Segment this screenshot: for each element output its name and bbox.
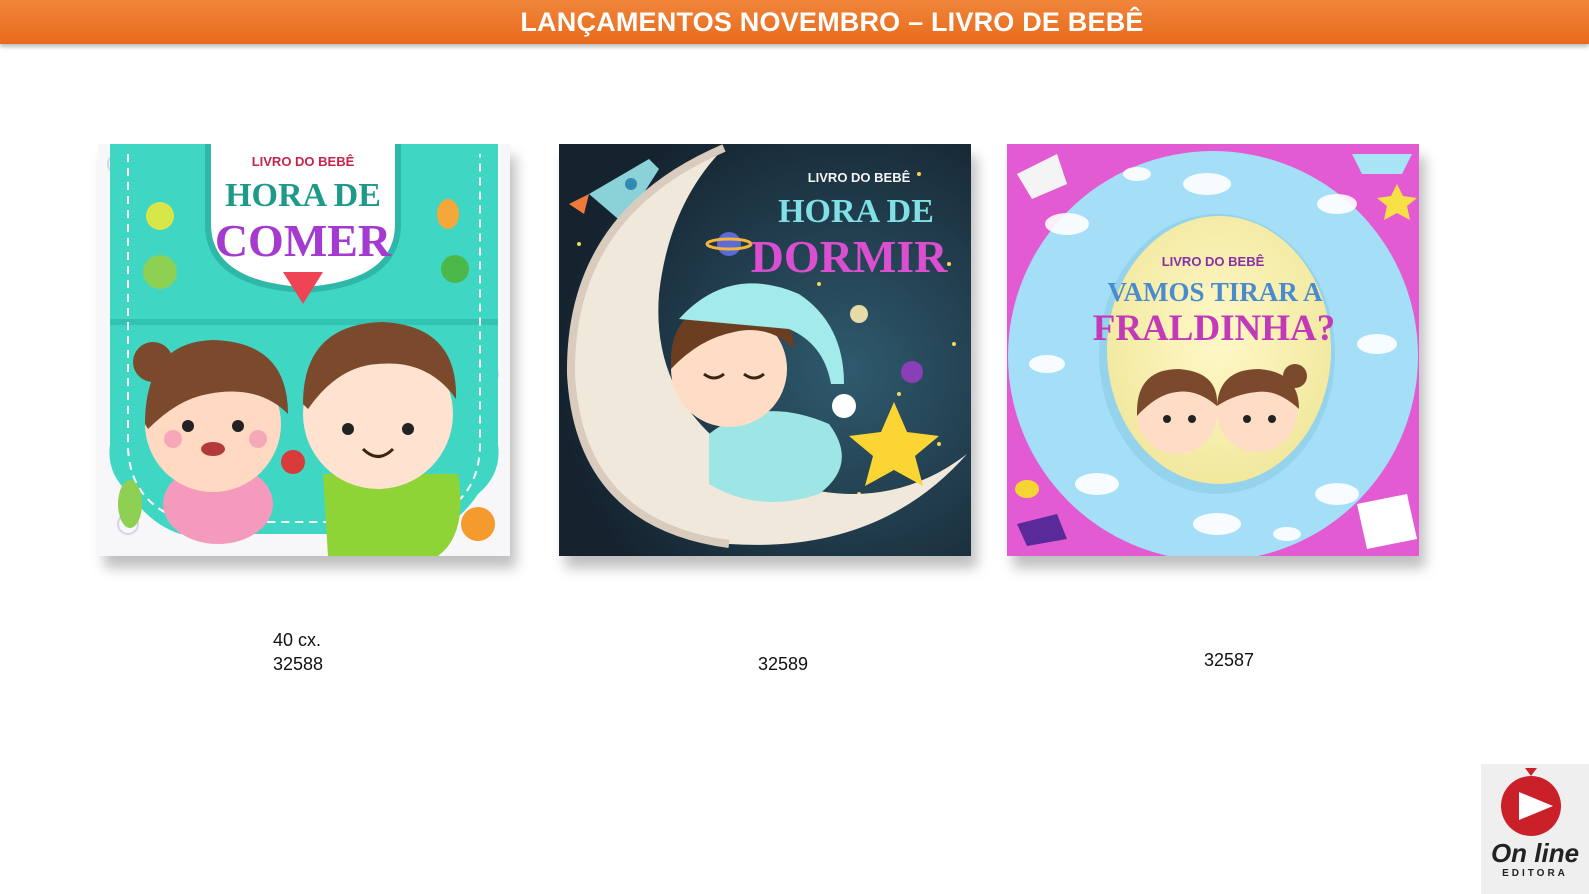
book-overline: LIVRO DO BEBÊ xyxy=(808,170,911,185)
caption-quantity: 40 cx. xyxy=(273,630,322,650)
book-cover-hora-de-dormir[interactable]: LIVRO DO BEBÊ HORA DE DORMIR xyxy=(559,144,971,556)
book-cover-hora-de-comer[interactable]: LIVRO DO BEBÊ HORA DE COMER xyxy=(98,144,510,556)
book-overline: LIVRO DO BEBÊ xyxy=(1162,254,1265,269)
logo-sub: EDITORA xyxy=(1502,868,1568,879)
book-title-line2: COMER xyxy=(215,215,392,266)
book-title-line1: HORA DE xyxy=(225,177,381,214)
cover-art: LIVRO DO BEBÊ VAMOS TIRAR A FRALDINHA? xyxy=(1007,144,1419,556)
book-title-line2: DORMIR xyxy=(751,231,949,282)
book-title-line1: VAMOS TIRAR A xyxy=(1107,277,1323,307)
caption-code: 32589 xyxy=(758,654,809,674)
book-title-line1: HORA DE xyxy=(778,193,934,230)
header-banner: LANÇAMENTOS NOVEMBRO – LIVRO DE BEBÊ xyxy=(0,0,1589,44)
play-icon xyxy=(1501,768,1561,836)
caption-code: 32587 xyxy=(1204,650,1255,670)
book-cover-fraldinha[interactable]: LIVRO DO BEBÊ VAMOS TIRAR A FRALDINHA? xyxy=(1007,144,1419,556)
page-title: LANÇAMENTOS NOVEMBRO – LIVRO DE BEBÊ xyxy=(520,6,1144,37)
book-overline: LIVRO DO BEBÊ xyxy=(252,154,355,169)
cover-art: LIVRO DO BEBÊ HORA DE COMER xyxy=(98,144,510,556)
book-title-line2: FRALDINHA? xyxy=(1093,308,1336,349)
caption-code: 32588 xyxy=(273,654,324,674)
logo-name: On line xyxy=(1490,838,1580,868)
cover-art: LIVRO DO BEBÊ HORA DE DORMIR xyxy=(559,144,971,556)
caption-book-2: 32589 xyxy=(758,652,808,676)
caption-book-1: 40 cx. 32588 xyxy=(273,628,323,676)
caption-book-3: 32587 xyxy=(1204,648,1254,672)
publisher-logo: On line EDITORA xyxy=(1481,764,1589,894)
